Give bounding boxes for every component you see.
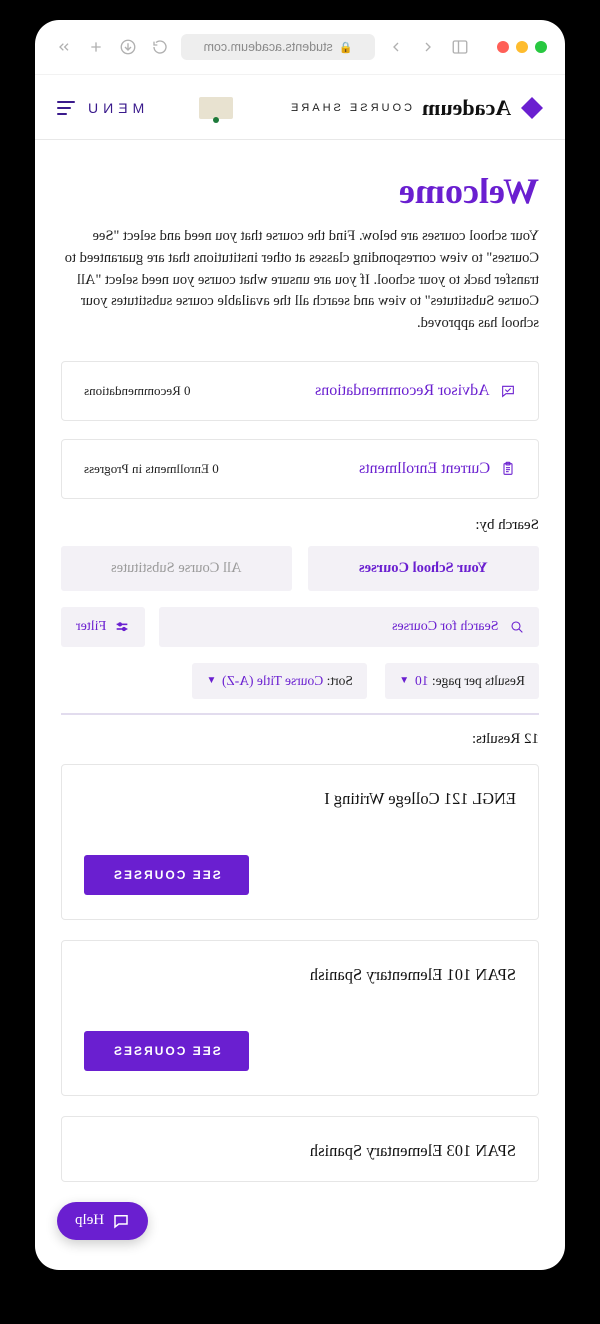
partner-logo — [199, 97, 233, 119]
course-title: SPAN 103 Elementary Spanish — [84, 1141, 516, 1161]
enrollments-panel[interactable]: Current Enrollments 0 Enrollments in Pro… — [61, 439, 539, 499]
url-text: students.acadeum.com — [204, 40, 333, 54]
chevrons-icon[interactable] — [53, 36, 75, 58]
window-controls — [497, 41, 547, 53]
enrollments-panel-count: 0 Enrollments in Progress — [84, 461, 219, 477]
per-page-dropdown[interactable]: Results per page: 10 ▼ — [385, 663, 539, 699]
lock-icon: 🔒 — [339, 41, 353, 54]
chevron-down-icon: ▼ — [206, 675, 216, 686]
search-tabs: Your School Courses All Course Substitut… — [61, 546, 539, 591]
sidebar-toggle-icon[interactable] — [449, 36, 471, 58]
enrollments-panel-title: Current Enrollments — [359, 460, 516, 478]
chat-icon — [500, 383, 516, 399]
nav-back-icon[interactable] — [385, 36, 407, 58]
brand[interactable]: Acadeum COURSE SHARE — [288, 95, 543, 121]
window-minimize-dot[interactable] — [516, 41, 528, 53]
search-icon — [509, 619, 525, 635]
advisor-panel[interactable]: Advisor Recommendations 0 Recommendation… — [61, 361, 539, 421]
divider — [61, 713, 539, 715]
filter-button[interactable]: Filter — [61, 607, 145, 647]
clipboard-icon — [500, 461, 516, 477]
advisor-panel-count: 0 Recommendations — [84, 383, 191, 399]
menu-label: MENU — [83, 100, 144, 116]
tab-your-school-courses[interactable]: Your School Courses — [308, 546, 539, 591]
download-icon[interactable] — [117, 36, 139, 58]
chevron-down-icon: ▼ — [399, 675, 409, 686]
search-by-label: Search by: — [61, 517, 539, 534]
search-placeholder: Search for Courses — [392, 619, 499, 635]
browser-toolbar: 🔒 students.acadeum.com — [35, 20, 565, 75]
see-courses-button[interactable]: SEE COURSES — [84, 855, 249, 895]
see-courses-button[interactable]: SEE COURSES — [84, 1031, 249, 1071]
brand-name: Acadeum — [422, 95, 511, 121]
refresh-icon[interactable] — [149, 36, 171, 58]
course-title: SPAN 101 Elementary Spanish — [84, 965, 516, 985]
advisor-panel-title: Advisor Recommendations — [315, 382, 516, 400]
nav-forward-icon[interactable] — [417, 36, 439, 58]
menu-button[interactable]: MENU — [57, 100, 144, 116]
sort-dropdown[interactable]: Sort: Course Title (A-Z) ▼ — [192, 663, 367, 699]
hamburger-icon — [57, 101, 75, 115]
main-content: Welcome Your school courses are below. F… — [35, 140, 565, 1270]
brand-subtitle: COURSE SHARE — [288, 102, 412, 114]
course-title: ENGL 121 College Writing I — [84, 789, 516, 809]
filter-icon — [114, 619, 130, 635]
help-chat-icon — [112, 1212, 130, 1230]
course-card: SPAN 103 Elementary Spanish — [61, 1116, 539, 1182]
help-button[interactable]: Help — [57, 1202, 148, 1240]
address-bar[interactable]: 🔒 students.acadeum.com — [181, 34, 375, 60]
app-header: Acadeum COURSE SHARE MENU — [35, 75, 565, 140]
tab-all-course-substitutes[interactable]: All Course Substitutes — [61, 546, 292, 591]
new-tab-icon[interactable] — [85, 36, 107, 58]
browser-window: 🔒 students.acadeum.com Acadeum COURSE SH… — [35, 20, 565, 1270]
course-card: SPAN 101 Elementary Spanish SEE COURSES — [61, 940, 539, 1096]
intro-text: Your school courses are below. Find the … — [61, 226, 539, 335]
page-title: Welcome — [61, 170, 539, 212]
brand-logo-icon — [521, 97, 543, 119]
course-card: ENGL 121 College Writing I SEE COURSES — [61, 764, 539, 920]
window-close-dot[interactable] — [497, 41, 509, 53]
results-count: 12 Results: — [61, 731, 539, 748]
window-zoom-dot[interactable] — [535, 41, 547, 53]
search-input[interactable]: Search for Courses — [159, 607, 539, 647]
